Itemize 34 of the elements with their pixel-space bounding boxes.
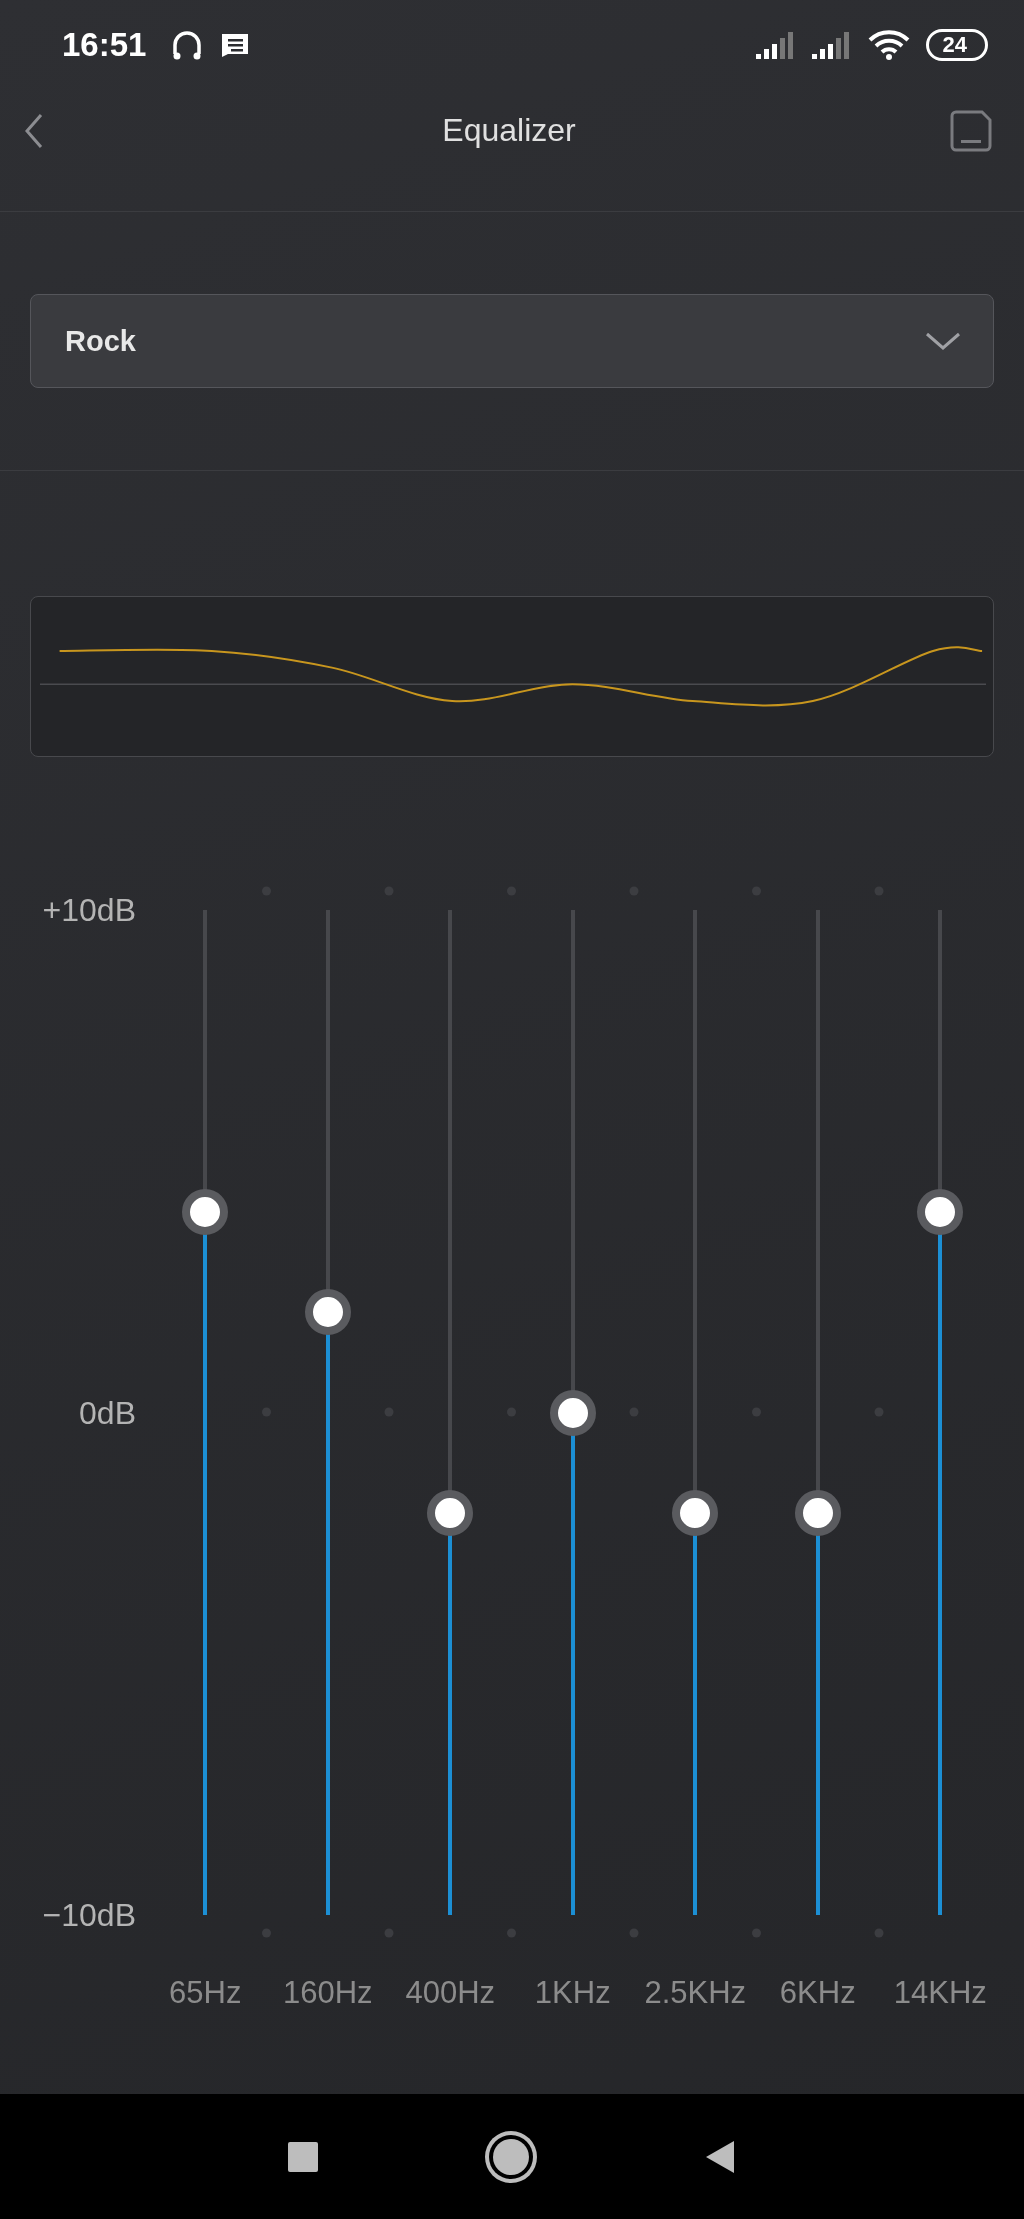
message-icon [220,32,251,58]
frequency-label: 400Hz [405,1975,496,2011]
frequency-label: 1KHz [534,1975,611,2011]
back-button[interactable] [704,2138,736,2175]
status-time: 16:51 [62,26,147,64]
band-slider[interactable] [304,910,351,1915]
frequency-label: 2.5KHz [644,1975,747,2011]
band-slider[interactable] [549,910,596,1915]
signal-icon [811,30,852,60]
scale-label: 0dB [79,1393,136,1433]
signal-icon [755,30,796,60]
frequency-label: 6KHz [779,1975,856,2011]
scale-label: −10dB [42,1896,136,1935]
page-title: Equalizer [441,112,577,149]
chevron-down-icon [925,331,961,351]
slider-thumb[interactable] [304,1289,351,1335]
back-icon[interactable] [24,112,44,149]
frequency-label: 65Hz [169,1975,242,2011]
preset-dropdown[interactable]: Rock [30,294,994,388]
slider-thumb[interactable] [672,1490,719,1536]
scale-label: +10dB [42,891,136,930]
grid-dot [874,1928,884,1938]
slider-thumb[interactable] [427,1490,474,1536]
band-slider[interactable] [182,910,229,1915]
wifi-icon [867,29,910,61]
frequency-label: 14KHz [893,1975,987,2011]
band-slider[interactable] [917,910,964,1915]
band-slider[interactable] [427,910,474,1915]
recents-button[interactable] [288,2141,318,2172]
band-slider[interactable] [794,910,841,1915]
frequency-label: 160Hz [282,1975,373,2011]
band-slider[interactable] [672,910,719,1915]
slider-thumb[interactable] [794,1490,841,1536]
battery-indicator: 24 [925,29,988,61]
